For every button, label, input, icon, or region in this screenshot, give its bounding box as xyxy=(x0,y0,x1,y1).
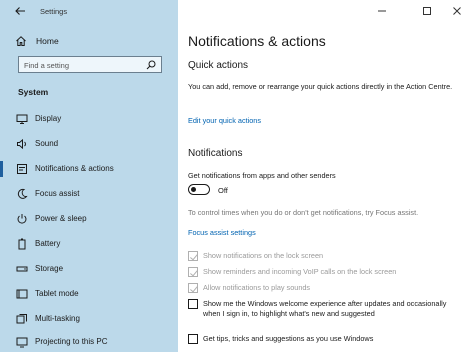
lock-screen-notifications-checkbox[interactable] xyxy=(188,251,198,261)
notification-sounds-checkbox[interactable] xyxy=(188,283,198,293)
checkbox-label: Show me the Windows welcome experience a… xyxy=(203,299,447,318)
sidebar-item-label: Focus assist xyxy=(35,189,80,198)
tablet-icon xyxy=(16,289,28,299)
power-icon xyxy=(17,214,27,224)
welcome-experience-checkbox[interactable] xyxy=(188,299,198,309)
toggle-state-label: Off xyxy=(218,186,228,195)
sidebar-item-projecting[interactable]: Projecting to this PC xyxy=(0,332,178,352)
back-arrow-icon xyxy=(15,7,25,15)
focus-assist-settings-link[interactable]: Focus assist settings xyxy=(188,228,256,237)
sidebar-item-label: Tablet mode xyxy=(35,289,79,298)
home-icon xyxy=(16,36,26,46)
quick-actions-description: You can add, remove or rearrange your qu… xyxy=(188,82,453,91)
monitor-icon xyxy=(16,114,28,124)
sidebar-item-label: Battery xyxy=(35,239,61,248)
sidebar-item-label: Display xyxy=(35,114,62,123)
page-title: Notifications & actions xyxy=(188,33,326,49)
window-title: Settings xyxy=(40,7,68,16)
toggle-knob xyxy=(191,186,196,192)
sidebar-item-label: Storage xyxy=(35,264,64,273)
home-label: Home xyxy=(36,36,59,46)
project-icon xyxy=(16,337,28,348)
notifications-toggle[interactable] xyxy=(188,184,210,195)
search-input[interactable] xyxy=(24,59,142,71)
checkbox-label: Get tips, tricks and suggestions as you … xyxy=(203,334,374,343)
speaker-icon xyxy=(17,138,26,150)
notifications-toggle-description: Get notifications from apps and other se… xyxy=(188,171,336,180)
notifications-heading: Notifications xyxy=(188,148,243,159)
sidebar-section-title: System xyxy=(18,87,49,97)
settings-window: Settings Home System Display xyxy=(0,0,474,352)
sidebar-item-sound[interactable]: Sound xyxy=(0,134,178,154)
back-button[interactable] xyxy=(13,5,27,19)
moon-icon xyxy=(17,188,28,199)
sidebar-item-display[interactable]: Display xyxy=(0,109,178,129)
notification-icon xyxy=(17,164,27,174)
search-box[interactable] xyxy=(18,56,162,73)
multitasking-icon xyxy=(16,314,27,324)
storage-icon xyxy=(16,266,28,272)
battery-icon xyxy=(18,238,26,250)
sidebar-item-label: Notifications & actions xyxy=(35,164,114,173)
home-nav[interactable]: Home xyxy=(15,34,59,48)
quick-actions-heading: Quick actions xyxy=(188,60,249,71)
search-icon xyxy=(146,60,156,70)
tips-tricks-checkbox[interactable] xyxy=(188,334,198,344)
sidebar-item-notifications[interactable]: Notifications & actions xyxy=(0,159,178,179)
sidebar-item-label: Multi-tasking xyxy=(35,314,80,323)
sidebar-item-label: Projecting to this PC xyxy=(35,337,108,346)
content-pane: Notifications & actions Quick actions Yo… xyxy=(178,0,474,352)
sidebar-item-tablet-mode[interactable]: Tablet mode xyxy=(0,284,178,304)
checkbox-label: Show reminders and incoming VoIP calls o… xyxy=(203,267,397,276)
checkbox-label: Show notifications on the lock screen xyxy=(203,251,324,260)
sidebar-item-battery[interactable]: Battery xyxy=(0,234,178,254)
sidebar-item-label: Power & sleep xyxy=(35,214,87,223)
sidebar-item-storage[interactable]: Storage xyxy=(0,259,178,279)
sidebar-item-focus-assist[interactable]: Focus assist xyxy=(0,184,178,204)
voip-calls-checkbox[interactable] xyxy=(188,267,198,277)
sidebar-item-label: Sound xyxy=(35,139,59,148)
checkbox-label: Allow notifications to play sounds xyxy=(203,283,311,292)
sidebar-item-power-sleep[interactable]: Power & sleep xyxy=(0,209,178,229)
sidebar-item-multitasking[interactable]: Multi-tasking xyxy=(0,309,178,329)
focus-assist-text: To control times when you do or don't ge… xyxy=(188,208,419,217)
edit-quick-actions-link[interactable]: Edit your quick actions xyxy=(188,116,261,125)
